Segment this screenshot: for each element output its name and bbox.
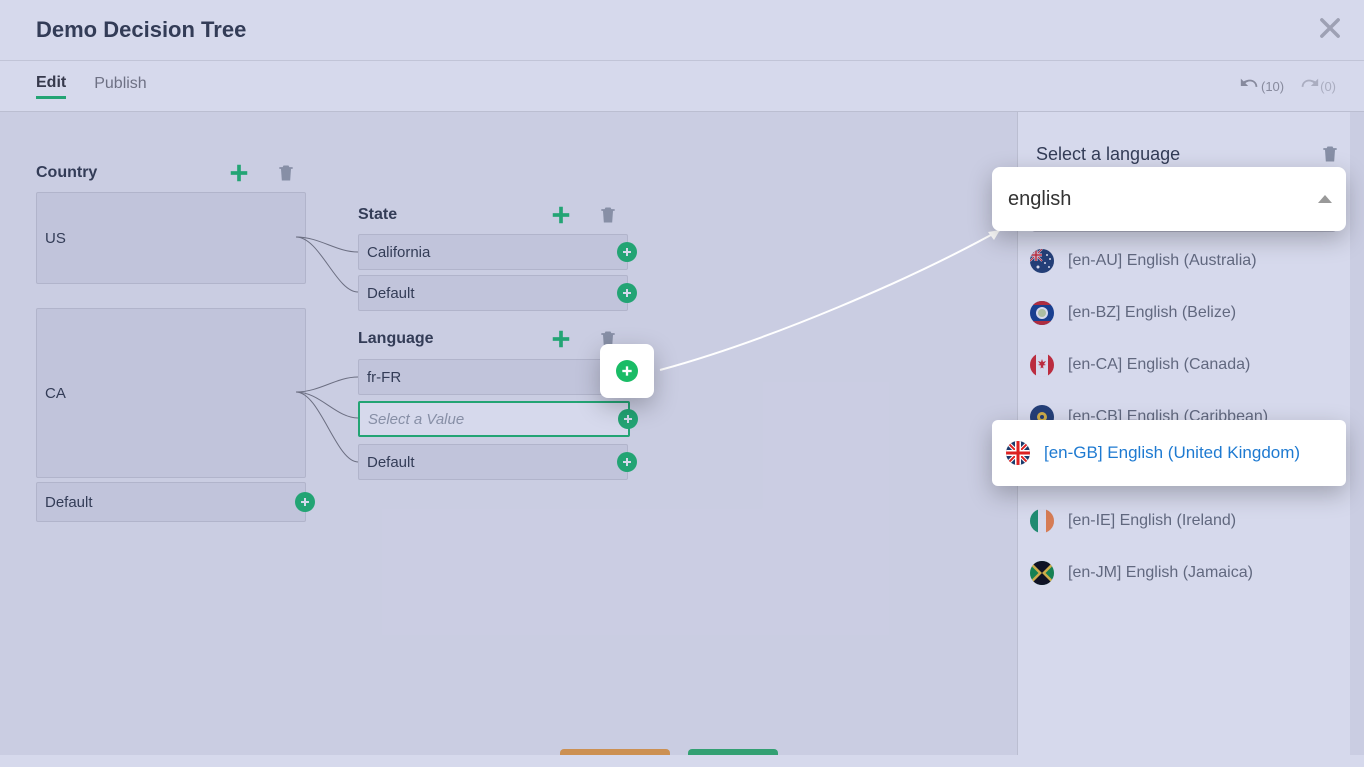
add-child-language-default[interactable] — [617, 452, 637, 472]
chevron-up-icon[interactable] — [1318, 195, 1332, 203]
undo-button[interactable]: (10) — [1239, 75, 1284, 97]
node-us-label: US — [45, 230, 66, 247]
column-title-state: State — [358, 206, 550, 224]
bottom-actions — [0, 741, 1364, 755]
flag-ie-icon — [1030, 509, 1054, 533]
language-option-en-au-label: [en-AU] English (Australia) — [1068, 252, 1257, 270]
panel-label: Select a language — [1036, 144, 1180, 165]
language-option-en-jm-label: [en-JM] English (Jamaica) — [1068, 564, 1253, 582]
node-language-default-label: Default — [367, 454, 415, 471]
language-option-en-bz-label: [en-BZ] English (Belize) — [1068, 304, 1236, 322]
callout-language-search[interactable] — [992, 167, 1346, 231]
language-option-en-bz[interactable]: [en-BZ] English (Belize) — [1030, 288, 1338, 338]
node-fr-fr[interactable]: fr-FR — [358, 359, 628, 395]
flag-au-icon — [1030, 249, 1054, 273]
node-california-label: California — [367, 244, 430, 261]
node-state-default-label: Default — [367, 285, 415, 302]
button-stub-green[interactable] — [688, 749, 778, 755]
language-search-input[interactable] — [1006, 187, 1318, 212]
plus-circle-icon — [616, 360, 638, 382]
node-ca-label: CA — [45, 385, 66, 402]
language-option-en-ca[interactable]: [en-CA] English (Canada) — [1030, 340, 1338, 390]
language-option-en-ie-label: [en-IE] English (Ireland) — [1068, 512, 1236, 530]
language-option-en-au[interactable]: [en-AU] English (Australia) — [1030, 236, 1338, 286]
node-fr-fr-label: fr-FR — [367, 369, 401, 386]
language-option-en-jm[interactable]: [en-JM] English (Jamaica) — [1030, 548, 1338, 598]
node-ca[interactable]: CA — [36, 308, 306, 478]
add-child-country-default[interactable] — [295, 492, 315, 512]
column-title-language: Language — [358, 330, 550, 348]
language-option-en-ie[interactable]: [en-IE] English (Ireland) — [1030, 496, 1338, 546]
delete-state-column-button[interactable] — [598, 205, 618, 225]
node-california[interactable]: California — [358, 234, 628, 270]
undo-count: (10) — [1261, 79, 1284, 94]
tab-publish[interactable]: Publish — [94, 75, 146, 97]
flag-bz-icon — [1030, 301, 1054, 325]
flag-gb-icon — [1006, 441, 1030, 465]
page-title: Demo Decision Tree — [36, 17, 246, 43]
callout-arrow — [650, 200, 1020, 400]
add-language-button[interactable] — [550, 328, 572, 350]
add-child-state-default[interactable] — [617, 283, 637, 303]
node-us[interactable]: US — [36, 192, 306, 284]
flag-ca-icon — [1030, 353, 1054, 377]
add-child-new-language[interactable] — [618, 409, 638, 429]
close-icon[interactable] — [1316, 14, 1344, 42]
callout-add-child-fr-fr[interactable] — [600, 344, 654, 398]
node-country-default[interactable]: Default — [36, 482, 306, 522]
node-country-default-label: Default — [45, 494, 93, 511]
callout-language-option-en-gb[interactable]: [en-GB] English (United Kingdom) — [992, 420, 1346, 486]
panel-trash-icon[interactable] — [1320, 144, 1340, 164]
node-language-new-value[interactable]: Select a Value — [358, 401, 630, 437]
redo-button[interactable]: (0) — [1298, 75, 1336, 97]
delete-country-column-button[interactable] — [276, 163, 296, 183]
node-state-default[interactable]: Default — [358, 275, 628, 311]
add-child-california[interactable] — [617, 242, 637, 262]
redo-count: (0) — [1320, 79, 1336, 94]
add-state-button[interactable] — [550, 204, 572, 226]
button-stub-orange[interactable] — [560, 749, 670, 755]
flag-jm-icon — [1030, 561, 1054, 585]
node-language-placeholder: Select a Value — [368, 411, 464, 428]
tab-edit[interactable]: Edit — [36, 74, 66, 99]
language-option-en-gb-label: [en-GB] English (United Kingdom) — [1044, 443, 1300, 463]
add-country-button[interactable] — [228, 162, 250, 184]
language-option-en-ca-label: [en-CA] English (Canada) — [1068, 356, 1250, 374]
column-title-country: Country — [36, 164, 228, 182]
node-language-default[interactable]: Default — [358, 444, 628, 480]
